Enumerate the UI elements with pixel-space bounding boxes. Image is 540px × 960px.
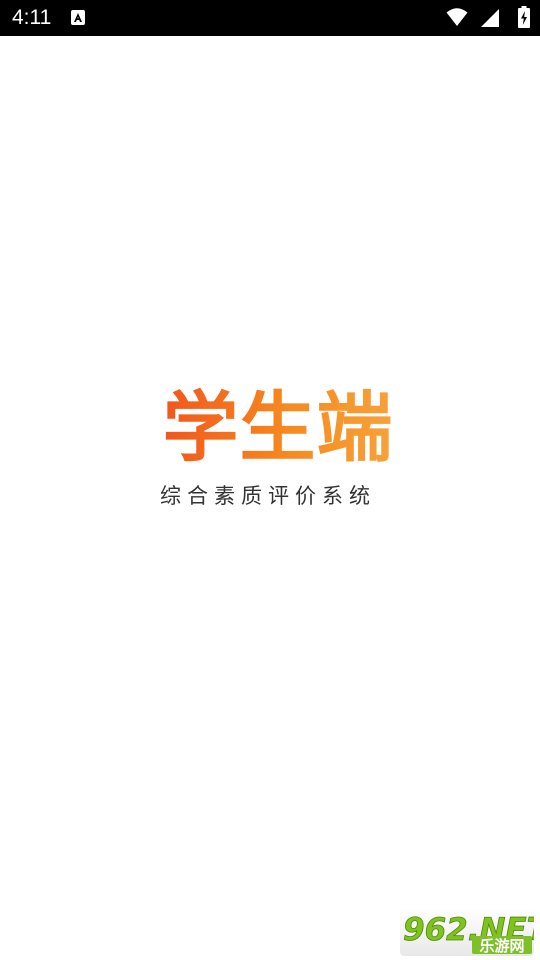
wifi-icon [446,7,468,31]
watermark-tagline: 乐游网 [479,937,524,955]
logo-title: 学生端 [163,383,394,472]
watermark-logo: 962.NET 乐游网 [400,908,540,956]
splash-screen: 学生端 综合素质评价系统 [0,36,540,960]
app-logo: 学生端 综合素质评价系统 [150,376,400,516]
a-letter-icon [71,10,85,25]
logo-subtitle: 综合素质评价系统 [160,484,376,508]
battery-charging-icon [518,6,530,32]
status-time: 4:11 [12,6,52,29]
signal-icon [480,8,500,32]
logo-title-text: 学生端 [163,383,394,472]
status-bar: 4:11 [0,0,540,36]
